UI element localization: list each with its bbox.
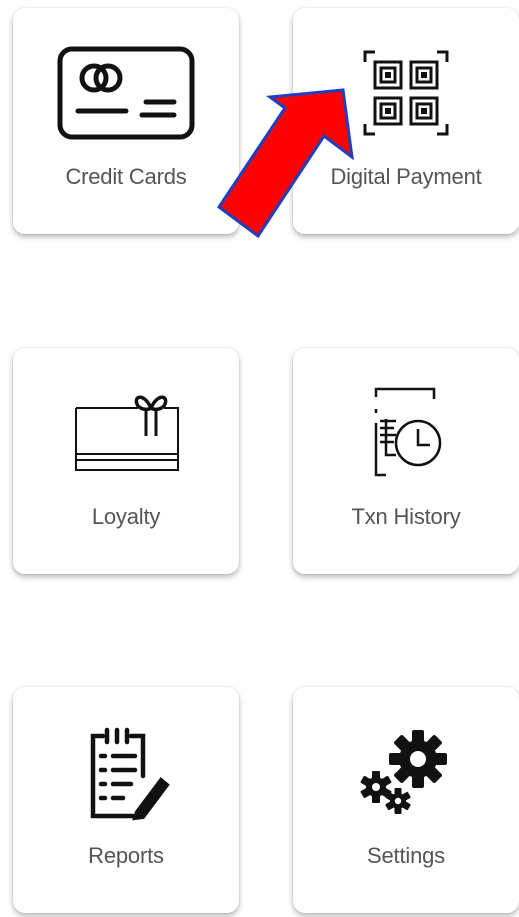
- tile-digital-payment[interactable]: Digital Payment: [293, 8, 519, 234]
- tile-settings[interactable]: Settings: [293, 687, 519, 913]
- clipboard-report-icon: [13, 717, 239, 827]
- tile-label: Txn History: [351, 504, 461, 529]
- tile-credit-cards[interactable]: Credit Cards: [13, 8, 239, 234]
- tile-label: Credit Cards: [65, 164, 187, 189]
- tile-label: Digital Payment: [330, 164, 482, 189]
- tile-txn-history[interactable]: Txn History: [293, 348, 519, 574]
- tile-loyalty[interactable]: Loyalty: [13, 348, 239, 574]
- credit-card-icon: [13, 38, 239, 148]
- qr-code-icon: [293, 38, 519, 148]
- tile-label: Loyalty: [91, 504, 161, 529]
- tile-reports[interactable]: Reports: [13, 687, 239, 913]
- tile-label: Reports: [88, 843, 164, 868]
- transaction-history-icon: [293, 378, 519, 488]
- gift-card-icon: [13, 378, 239, 488]
- tile-label: Settings: [367, 843, 445, 868]
- gears-icon: [293, 717, 519, 827]
